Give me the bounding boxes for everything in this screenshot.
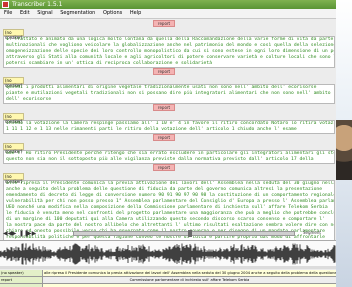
menu-bar: File Edit Signal Segmentation Options He… [0,9,336,19]
wallpaper-image [336,120,352,180]
pause-icon[interactable]: ❚❚ [19,230,29,237]
speaker-cell[interactable]: (no speaker) [0,270,43,276]
forward-icon[interactable]: ▶▶ [27,230,36,237]
menu-segmentation[interactable]: Segmentation [60,10,95,16]
segment-text[interactable]: quindi i prodotti alimentari di origine … [3,84,335,104]
turn-button[interactable]: report [153,68,175,75]
text-line: dell' ecorisorse [6,97,52,102]
speaker-tag[interactable]: (no speaker) [3,173,24,184]
menu-signal[interactable]: Signal [37,10,52,16]
background-desktop [336,0,352,287]
turn-button[interactable]: report [153,104,175,111]
speaker-tag[interactable]: (no speaker) [3,143,24,154]
segment-text[interactable]: non l' Ho ritiro Presidente perché riten… [3,150,335,164]
turn-button[interactable]: report [153,20,175,27]
text-line: potersi scambiare in un' ottica di recip… [6,61,213,66]
time-ruler[interactable] [0,266,336,269]
transcription-editor[interactable]: report (no speaker) 1. Trattato è animato … [3,20,335,254]
segment-cell[interactable]: alle ripresa il Presidente comunica la p… [43,270,336,276]
rewind-icon[interactable]: ◀◀ [3,230,12,237]
signal-label: Segment [303,230,321,235]
app-icon [2,1,9,8]
window-title: Transcriber 1.5.1 [12,1,63,8]
speaker-tag[interactable]: (no speaker) [3,29,24,40]
position-slider[interactable] [73,230,295,237]
title-bar: Transcriber 1.5.1 [0,0,336,9]
play-icon[interactable]: ▶ [11,230,17,237]
speaker-tag[interactable]: (no speaker) [3,113,24,124]
transcriber-window: Transcriber 1.5.1 File Edit Signal Segme… [0,0,336,287]
menu-help[interactable]: Help [130,10,141,16]
menu-edit[interactable]: Edit [20,10,30,16]
speaker-tag[interactable]: (no speaker) [3,77,24,88]
topic-text[interactable]: Commissione parlamentare di inchiesta su… [43,277,336,283]
player-controls: ◀◀ ▶ ❚❚ ▶▶ Segment [3,229,333,237]
text-line: questo non sia non il sottoposto più all… [6,157,314,162]
text-line: 1 11 1 12 e 1 13 nelle rimanenti parti l… [6,127,297,132]
segment-grid: (no speaker) alle ripresa il Presidente … [0,270,336,287]
waveform[interactable] [0,240,336,268]
menu-file[interactable]: File [4,10,12,16]
turn-button[interactable]: report [153,164,175,171]
topic-cell[interactable]: report [0,277,43,283]
menu-options[interactable]: Options [103,10,122,16]
text-line: piante e mutilazioni vegetali tradiziona… [6,91,331,96]
slider-knob[interactable] [188,230,193,237]
turn-button[interactable]: report [153,134,175,141]
segment-text[interactable]: chiedo la votazione la Camera respinge p… [3,120,335,134]
segment-text[interactable]: 1. Trattato è animato da una logica molt… [3,36,335,68]
